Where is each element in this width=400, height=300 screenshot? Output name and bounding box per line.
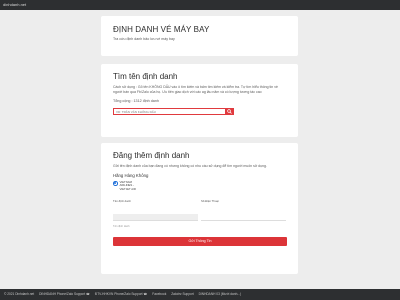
airline-option-row[interactable]: VIETNAM AIRLINES - VIETJET AIR: [113, 180, 286, 191]
footer-link-zalo[interactable]: Zalo/ez Support: [171, 292, 194, 296]
register-card: Đăng thêm định danh Gửi tên định danh củ…: [101, 143, 298, 274]
header-card: ĐỊNH DANH VÉ MÁY BAY Tra cứu định danh b…: [101, 16, 298, 56]
register-title: Đăng thêm định danh: [113, 151, 190, 160]
total-count: Tổng cộng : 1312 định danh: [113, 99, 159, 103]
airline-option-label: VIETNAM AIRLINES - VIETJET AIR: [119, 180, 136, 191]
search-card: Tìm tên định danh Cách sử dụng : Gõ tên …: [101, 64, 298, 137]
footer-link-support-2[interactable]: ĐTV-HHKVN Phone/Zalo Support ☎: [95, 292, 148, 296]
site-name[interactable]: dinhdanh.net: [3, 2, 26, 7]
footer-link-facebook[interactable]: Facebook: [152, 292, 166, 296]
page-subtitle: Tra cứu định danh bảo lưu vé máy bay: [113, 37, 175, 41]
phone-field-group: Số Điện Thoại: [201, 199, 286, 228]
register-description: Gửi tên định danh của bạn đang có nhưng …: [113, 164, 267, 168]
name-hint: Tên định danh: [113, 224, 130, 228]
search-input[interactable]: [113, 108, 225, 115]
phone-field[interactable]: [201, 213, 286, 221]
footer-copyright: © 2021 Dinhdanh.net: [4, 292, 35, 296]
airline-label: Hãng Hàng Không: [113, 173, 149, 178]
search-button[interactable]: [225, 108, 234, 115]
search-title: Tìm tên định danh: [113, 72, 178, 81]
search-icon: [227, 109, 232, 114]
form-fields: Tên định danh Tên định danh Số Điện Thoạ…: [113, 199, 286, 228]
name-field[interactable]: [113, 213, 198, 221]
search-description: Cách sử dụng : Gõ tên KHÔNG DẤU vào ô tì…: [113, 85, 278, 94]
phone-label: Số Điện Thoại: [201, 199, 219, 204]
footer: © 2021 Dinhdanh.net DINHDANH Phone/Zalo …: [0, 289, 400, 300]
airline-radio[interactable]: [113, 181, 118, 186]
footer-link-support-1[interactable]: DINHDANH Phone/Zalo Support ☎: [39, 292, 90, 296]
page-title: ĐỊNH DANH VÉ MÁY BAY: [113, 25, 210, 34]
name-field-group: Tên định danh Tên định danh: [113, 199, 198, 228]
search-bar: [113, 108, 286, 115]
radio-selected-dot: [114, 182, 117, 185]
top-bar: dinhdanh.net: [0, 0, 400, 10]
name-label: Tên định danh: [113, 199, 131, 204]
submit-button[interactable]: Gửi Thông Tin: [113, 236, 287, 246]
footer-link-other[interactable]: DINHDANH 03 (Mười danh...): [199, 292, 241, 296]
